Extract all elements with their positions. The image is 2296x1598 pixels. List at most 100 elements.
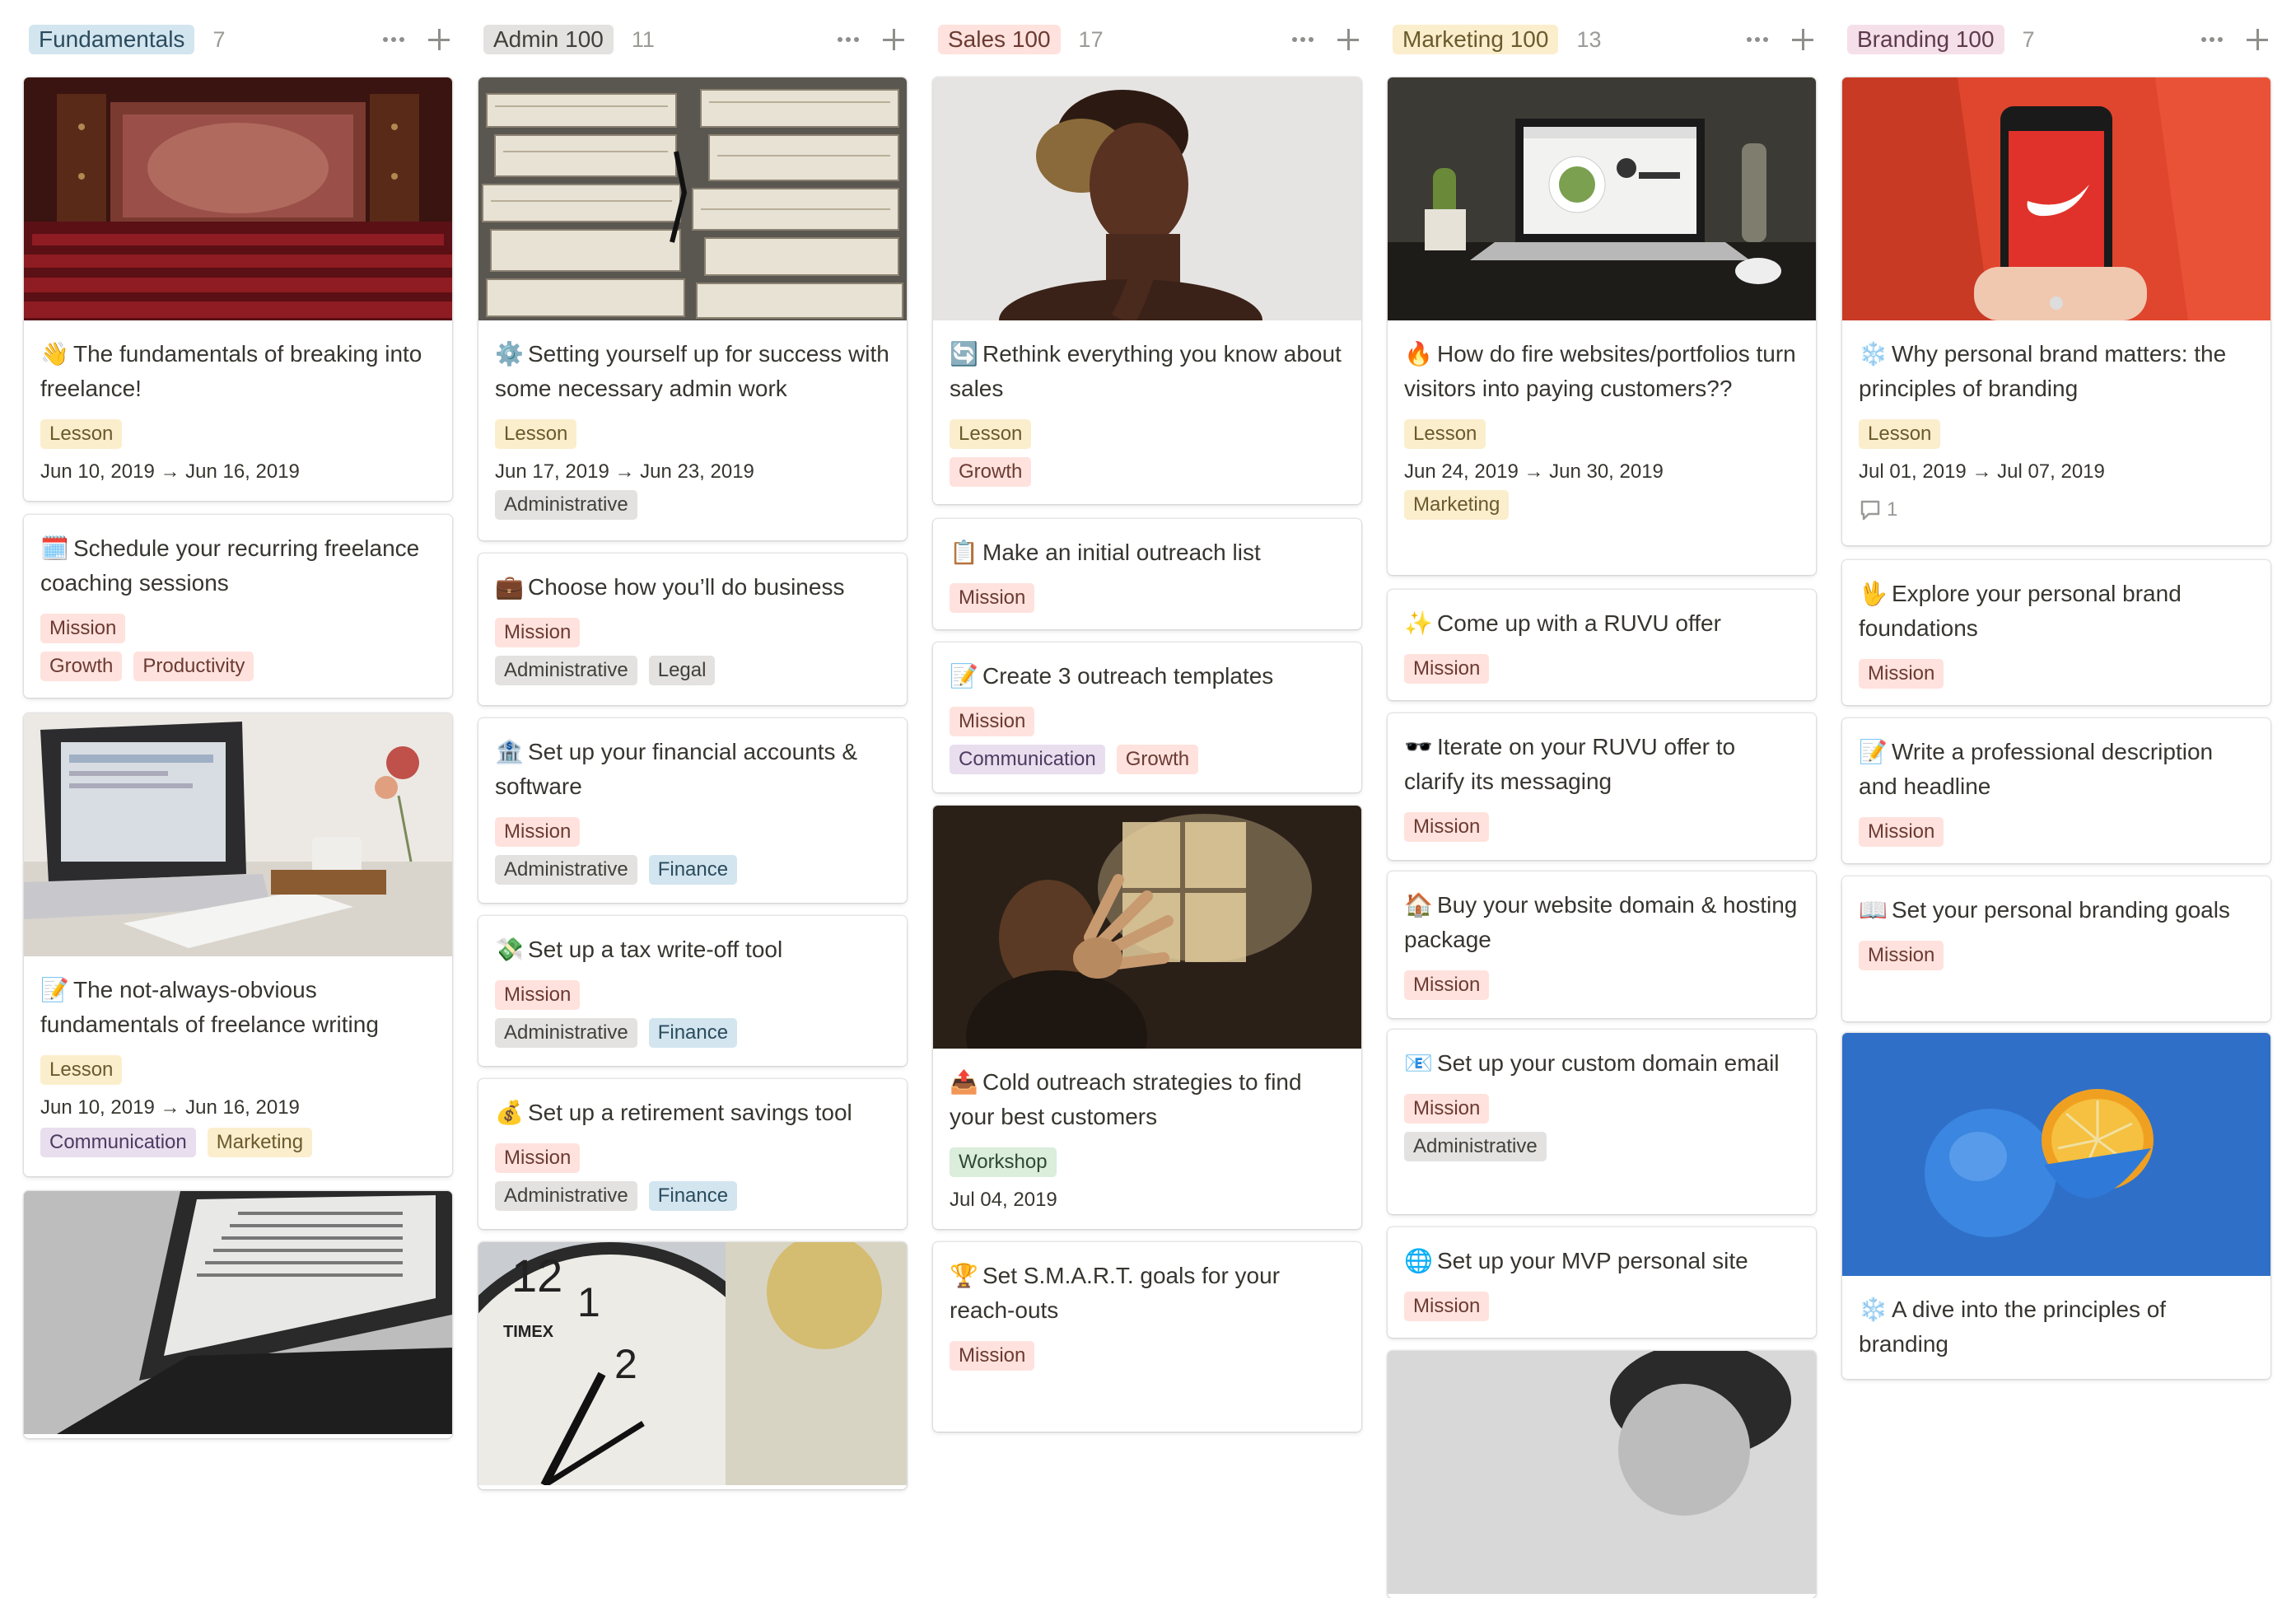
tag-mission: Mission <box>495 817 581 847</box>
column-count: 7 <box>212 26 226 52</box>
tag-administrative: Administrative <box>495 1018 637 1048</box>
column-count: 17 <box>1078 26 1104 52</box>
tag-mission: Mission <box>495 1143 581 1173</box>
tag-finance: Finance <box>648 1018 738 1048</box>
add-card-icon[interactable] <box>427 28 450 51</box>
card[interactable]: 📧 Set up your custom domain email Mission… <box>1388 1030 1816 1214</box>
add-card-icon[interactable] <box>1337 28 1360 51</box>
globe-icon: 🌐 <box>1404 1248 1433 1273</box>
open-book-icon: 📖 <box>1859 897 1888 923</box>
card[interactable]: 🏠 Buy your website domain & hosting packa… <box>1388 871 1816 1018</box>
card-date: Jun 24, 2019 → Jun 30, 2019 <box>1404 460 1664 483</box>
gear-icon: ⚙️ <box>495 341 524 367</box>
card-title: Come up with a RUVU offer <box>1437 610 1721 636</box>
card-title: Set up your custom domain email <box>1437 1050 1780 1076</box>
card-title: A dive into the principles of branding <box>1859 1297 2167 1357</box>
card[interactable]: 🔥 How do fire websites/portfolios turn vi… <box>1388 77 1816 575</box>
card-cover-image <box>24 1191 452 1434</box>
card-title: Set your personal branding goals <box>1892 897 2230 923</box>
column-header: Branding 100 7 <box>1847 25 2272 54</box>
tag-mission: Mission <box>1859 941 1944 970</box>
column-count: 11 <box>631 26 655 52</box>
card-title: Schedule your recurring freelance coachi… <box>40 535 420 596</box>
card-title: Buy your website domain & hosting packag… <box>1404 892 1798 952</box>
tag-mission: Mission <box>40 614 126 643</box>
tag-mission: Mission <box>495 618 581 647</box>
card[interactable]: 🏆 Set S.M.A.R.T. goals for your reach-out… <box>933 1242 1361 1432</box>
card[interactable]: ✨ Come up with a RUVU offer Mission <box>1388 590 1816 700</box>
envelope-icon: 📧 <box>1404 1050 1433 1076</box>
tag-mission: Mission <box>1404 970 1490 1000</box>
more-options-icon[interactable] <box>2198 27 2226 52</box>
more-options-icon[interactable] <box>834 27 862 52</box>
card[interactable]: 💰 Set up a retirement savings tool Missio… <box>478 1079 907 1229</box>
card[interactable]: 📖 Set your personal branding goals Missio… <box>1842 876 2270 1021</box>
card-title: Set S.M.A.R.T. goals for your reach-outs <box>950 1263 1281 1323</box>
card[interactable]: 💸 Set up a tax write-off tool Mission Adm… <box>478 916 907 1066</box>
card[interactable]: 🕶️ Iterate on your RUVU offer to clarify … <box>1388 713 1816 860</box>
add-card-icon[interactable] <box>882 28 905 51</box>
money-bag-icon: 💰 <box>495 1100 524 1125</box>
card-title: Choose how you’ll do business <box>528 574 845 600</box>
card[interactable]: ❄️ A dive into the principles of branding <box>1842 1033 2270 1379</box>
more-options-icon[interactable] <box>380 27 408 52</box>
tag-lesson: Lesson <box>40 419 123 449</box>
vulcan-salute-icon: 🖖 <box>1859 581 1888 606</box>
tag-mission: Mission <box>950 583 1035 613</box>
card[interactable]: 💼 Choose how you’ll do business Mission A… <box>478 554 907 705</box>
card-title: Make an initial outreach list <box>982 540 1261 565</box>
tag-mission: Mission <box>1404 654 1490 684</box>
card-title: Set up your MVP personal site <box>1437 1248 1748 1273</box>
card[interactable]: 👋 The fundamentals of breaking into freel… <box>24 77 452 501</box>
card[interactable]: 📤 Cold outreach strategies to find your b… <box>933 806 1361 1229</box>
tag-mission: Mission <box>1859 817 1944 847</box>
card-title: Iterate on your RUVU offer to clarify it… <box>1404 734 1736 794</box>
card[interactable]: 🖖 Explore your personal brand foundations… <box>1842 560 2270 705</box>
column-count: 7 <box>2022 26 2035 52</box>
memo-icon: 📝 <box>1859 739 1888 764</box>
card[interactable]: 🗓️ Schedule your recurring freelance coac… <box>24 515 452 698</box>
add-card-icon[interactable] <box>1791 28 1814 51</box>
card[interactable]: 📋 Make an initial outreach list Mission <box>933 519 1361 629</box>
column-title[interactable]: Branding 100 <box>1847 25 2004 54</box>
card[interactable]: 🌐 Set up your MVP personal site Mission <box>1388 1227 1816 1338</box>
card[interactable]: 📝 The not-always-obvious fundamentals of … <box>24 713 452 1176</box>
comment-count-value: 1 <box>1887 498 1898 521</box>
card-title: Why personal brand matters: the principl… <box>1859 341 2227 401</box>
card[interactable]: ⚙️ Setting yourself up for success with s… <box>478 77 907 540</box>
column-title[interactable]: Marketing 100 <box>1393 25 1559 54</box>
card-date: Jul 04, 2019 <box>950 1189 1057 1211</box>
column-title[interactable]: Fundamentals <box>29 25 195 54</box>
svg-text:TIMEX: TIMEX <box>503 1323 554 1341</box>
card-date: Jun 17, 2019 → Jun 23, 2019 <box>495 460 754 483</box>
sparkles-icon: ✨ <box>1404 610 1433 636</box>
card[interactable]: 🔄 Rethink everything you know about sales… <box>933 77 1361 504</box>
tag-finance: Finance <box>648 1181 738 1211</box>
column-title[interactable]: Sales 100 <box>938 25 1061 54</box>
comment-icon <box>1860 500 1880 521</box>
card-cover-image <box>24 713 452 956</box>
add-card-icon[interactable] <box>2246 28 2269 51</box>
tag-mission: Mission <box>950 1341 1035 1371</box>
comment-count[interactable]: 1 <box>1859 495 2254 525</box>
card[interactable] <box>24 1191 452 1438</box>
card[interactable]: 📝 Write a professional description and he… <box>1842 718 2270 863</box>
card[interactable]: 12 1 2 TIMEX <box>478 1242 907 1489</box>
tag-mission: Mission <box>1404 1094 1490 1124</box>
column-title[interactable]: Admin 100 <box>483 25 614 54</box>
memo-icon: 📝 <box>40 977 69 1002</box>
card[interactable] <box>1388 1351 1816 1598</box>
card[interactable]: 📝 Create 3 outreach templates Mission Com… <box>933 642 1361 792</box>
card-cover-image <box>24 77 452 320</box>
arrows-cycle-icon: 🔄 <box>950 341 978 367</box>
trophy-icon: 🏆 <box>950 1263 978 1288</box>
card[interactable]: 🏦 Set up your financial accounts & softwa… <box>478 718 907 903</box>
tag-mission: Mission <box>950 707 1035 736</box>
more-options-icon[interactable] <box>1289 27 1317 52</box>
card[interactable]: ❄️ Why personal brand matters: the princi… <box>1842 77 2270 545</box>
card-title: How do fire websites/portfolios turn vis… <box>1404 341 1796 401</box>
tag-lesson: Lesson <box>950 419 1032 449</box>
tag-lesson: Lesson <box>1859 419 1941 449</box>
more-options-icon[interactable] <box>1743 27 1771 52</box>
tag-finance: Finance <box>648 855 738 885</box>
